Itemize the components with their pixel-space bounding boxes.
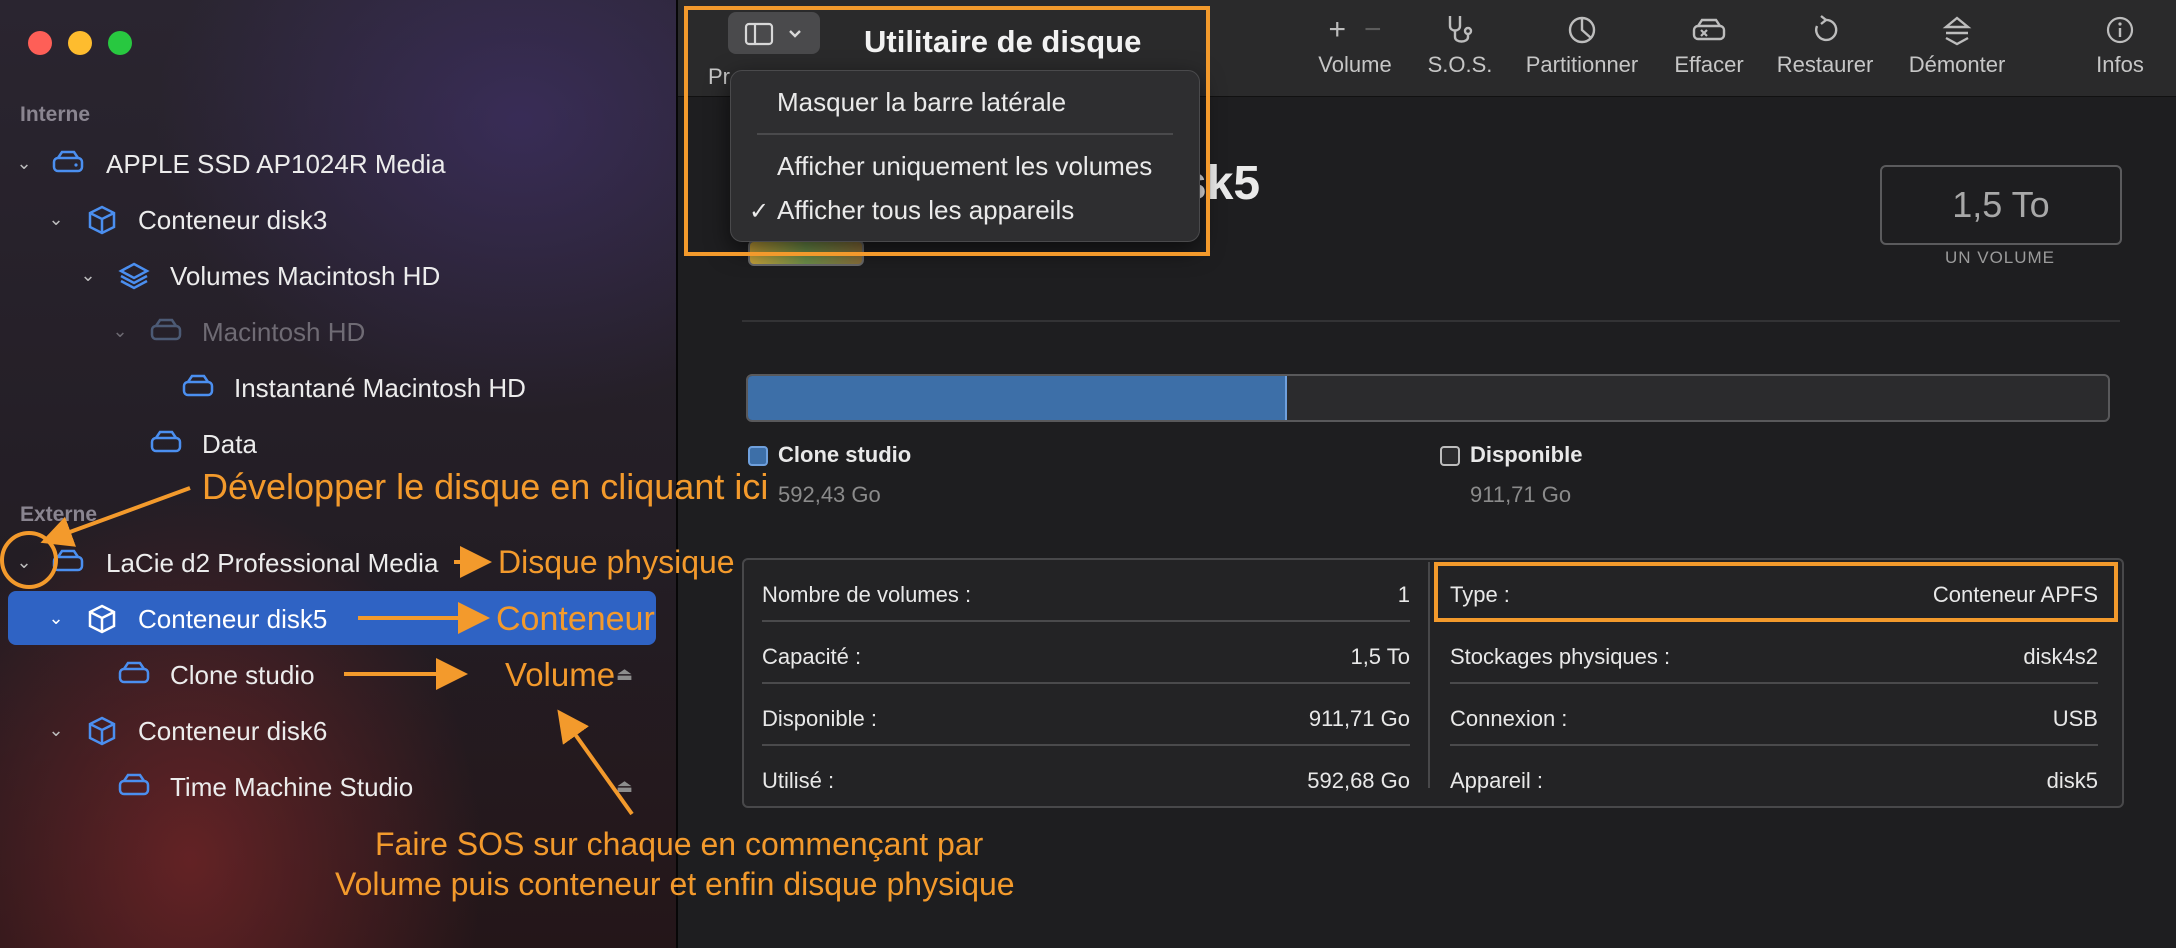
annotation-sos-line1: Faire SOS sur chaque en commençant par [375,826,984,862]
drive-icon [52,149,84,177]
divider [742,320,2120,322]
sidebar-item-volumes-macintosh-hd[interactable]: ⌄ Volumes Macintosh HD [0,251,676,299]
legend-label-used: Clone studio [778,442,912,467]
info-row: Nombre de volumes :1 [762,564,1410,622]
drive-icon [150,317,182,345]
restore-button[interactable]: Restaurer [1772,8,1878,92]
info-button[interactable]: Infos [2080,8,2160,92]
info-row: Stockages physiques : disk4s2 [1450,626,2098,684]
sidebar-item-time-machine-studio[interactable]: Time Machine Studio [0,762,676,810]
sidebar-item-label: Conteneur disk3 [138,205,328,235]
legend-label-free: Disponible [1470,442,1583,467]
drive-icon [52,548,84,576]
sidebar-item-macintosh-hd[interactable]: ⌄ Macintosh HD [0,307,676,355]
close-window-button[interactable] [28,31,52,55]
legend-value-free: 911,71 Go [1470,482,1572,507]
eject-icon[interactable]: ⏏ [616,664,633,685]
sidebar-item-container-disk3[interactable]: ⌄ Conteneur disk3 [0,195,676,243]
drive-icon [182,373,214,401]
unmount-icon [1896,8,2018,52]
pie-icon [1520,8,1644,52]
eject-icon[interactable]: ⏏ [616,776,633,797]
plus-minus-icon: + − [1328,13,1382,46]
info-icon [2080,8,2160,52]
chevron-down-icon[interactable]: ⌄ [46,209,66,229]
sidebar-item-label: Volumes Macintosh HD [170,261,441,291]
sidebar-item-data[interactable]: Data [0,419,676,467]
unmount-button[interactable]: Démonter [1896,8,2018,92]
zoom-window-button[interactable] [108,31,132,55]
sidebar-item-label: Macintosh HD [202,317,366,347]
sidebar-item-label: Clone studio [170,660,315,690]
annotation-volume: Volume [505,656,616,693]
chevron-down-icon[interactable]: ⌄ [46,720,66,740]
sidebar-item-label: APPLE SSD AP1024R Media [106,149,446,179]
sidebar-item-label: Conteneur disk5 [138,604,328,634]
annotation-expand-hint: Développer le disque en cliquant ici [202,466,769,507]
usage-bar [746,374,2110,422]
sidebar-item-label: Instantané Macintosh HD [234,373,526,403]
container-icon [86,604,118,634]
stethoscope-icon [1420,8,1500,52]
first-aid-button[interactable]: S.O.S. [1420,8,1500,92]
volume-button[interactable]: + − Volume [1310,8,1400,92]
drive-icon [118,660,150,688]
sidebar-item-snapshot-macintosh-hd[interactable]: Instantané Macintosh HD [0,363,676,411]
legend-swatch-used [748,446,768,466]
section-label-internal: Interne [20,103,91,126]
info-row: Utilisé :592,68 Go [762,768,1410,793]
info-row: Connexion : USB [1450,688,2098,746]
chevron-down-icon[interactable]: ⌄ [110,321,130,341]
partition-button[interactable]: Partitionner [1520,8,1644,92]
chevron-down-icon[interactable]: ⌄ [14,552,34,572]
container-icon [86,716,118,746]
annotation-box-type [1434,562,2118,622]
layers-icon [118,261,150,290]
chevron-down-icon[interactable]: ⌄ [14,153,34,173]
annotation-sos-line2: Volume puis conteneur et enfin disque ph… [335,866,1015,902]
info-row: Capacité :1,5 To [762,626,1410,684]
usage-bar-used [748,376,1288,420]
chevron-down-icon[interactable]: ⌄ [78,265,98,285]
section-label-external: Externe [20,503,98,526]
sidebar-item-label: LaCie d2 Professional Media [106,548,439,578]
info-row: Appareil : disk5 [1450,768,2098,793]
sidebar-item-label: Data [202,429,257,459]
annotation-container: Conteneur [496,600,655,638]
sidebar-item-container-disk6[interactable]: ⌄ Conteneur disk6 [0,706,676,754]
capacity-display: 1,5 To [1880,165,2122,245]
sidebar-item-label: Time Machine Studio [170,772,414,802]
sidebar-item-label: Conteneur disk6 [138,716,328,746]
container-icon [86,205,118,235]
erase-button[interactable]: Effacer [1664,8,1754,92]
restore-icon [1772,8,1878,52]
capacity-caption: UN VOLUME [1944,248,2056,267]
info-table-divider [1428,562,1430,788]
legend-value-used: 592,43 Go [778,482,881,507]
annotation-box-menu [684,6,1210,256]
info-row: Disponible :911,71 Go [762,688,1410,746]
legend-swatch-free [1440,446,1460,466]
drive-icon [118,772,150,800]
drive-icon [150,429,182,457]
annotation-physical-disk: Disque physique [498,544,735,580]
chevron-down-icon[interactable]: ⌄ [46,608,66,628]
minimize-window-button[interactable] [68,31,92,55]
erase-icon [1664,8,1754,52]
sidebar-item-apple-ssd[interactable]: ⌄ APPLE SSD AP1024R Media [0,139,676,187]
